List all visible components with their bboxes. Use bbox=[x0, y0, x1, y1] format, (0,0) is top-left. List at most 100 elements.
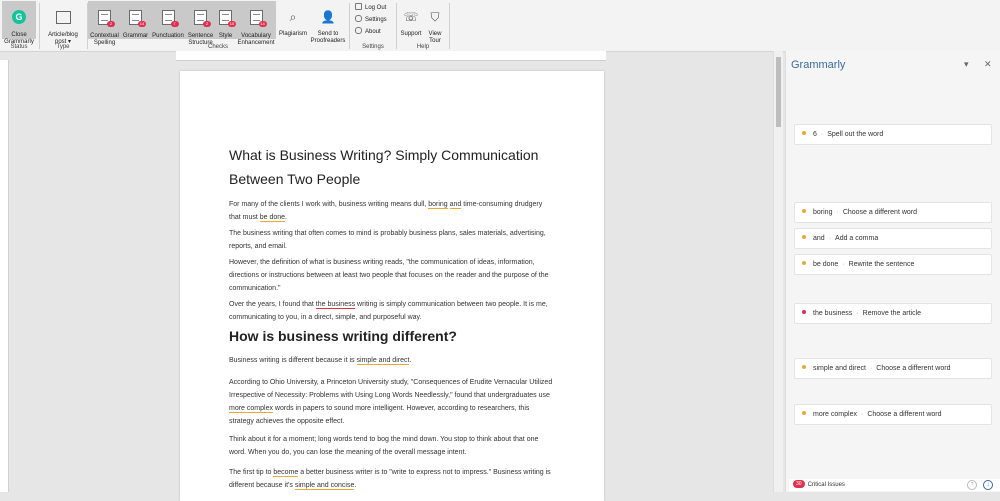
checks-group-label: Checks bbox=[207, 44, 228, 50]
close-grammarly-button[interactable]: G Close Grammarly bbox=[2, 1, 36, 45]
punctuation-label: Punctuation bbox=[152, 33, 184, 39]
punctuation-count: 7 bbox=[170, 21, 179, 27]
suggestion-card[interactable]: simple and direct · Choose a different wor… bbox=[794, 358, 992, 379]
document-scrollbar[interactable] bbox=[773, 51, 783, 492]
panel-title: Grammarly bbox=[791, 59, 846, 71]
send-to-proofreaders-button[interactable]: 👤 Send to Proofreaders bbox=[309, 1, 347, 44]
separator-dot: · bbox=[842, 261, 845, 268]
text-run: . bbox=[354, 482, 357, 489]
paragraph-1: For many of the clients I work with, bus… bbox=[229, 198, 554, 224]
help-group: ☏ Support ⛉ View Tour Help bbox=[398, 0, 448, 51]
grammar-count: 14 bbox=[138, 21, 146, 27]
panel-footer: 30 Critical Issues ? ↓ bbox=[789, 479, 1000, 491]
paragraph-4: Over the years, I found that the busines… bbox=[229, 298, 554, 324]
contextual-spelling-button[interactable]: 2 Contextual Spelling bbox=[88, 1, 121, 46]
settings-group: Log Out Settings About Settings bbox=[351, 0, 395, 51]
panel-menu-icon[interactable]: ▾ bbox=[964, 59, 969, 70]
suggestion-card[interactable]: be done · Rewrite the sentence bbox=[794, 254, 992, 275]
settings-group-label: Settings bbox=[362, 44, 384, 50]
severity-dot bbox=[802, 131, 806, 135]
text-run: . bbox=[409, 357, 412, 364]
ribbon-divider bbox=[396, 3, 397, 49]
text-run: Over the years, I found that bbox=[229, 301, 316, 308]
punctuation-button[interactable]: 7 Punctuation bbox=[150, 1, 186, 39]
about-label: About bbox=[365, 29, 381, 35]
card-suggestion: Add a comma bbox=[835, 235, 879, 242]
section-heading: How is business writing different? bbox=[229, 328, 457, 344]
log-out-label: Log Out bbox=[365, 5, 387, 11]
contextual-spelling-count: 2 bbox=[107, 21, 115, 27]
paragraph-5: Business writing is different because it… bbox=[229, 354, 554, 367]
card-term: boring bbox=[813, 209, 833, 216]
card-suggestion: Choose a different word bbox=[876, 365, 951, 372]
book-icon bbox=[55, 11, 71, 24]
download-icon[interactable]: ↓ bbox=[983, 480, 993, 490]
suggestion-card[interactable]: the business · Remove the article bbox=[794, 303, 992, 324]
card-term: the business bbox=[813, 310, 853, 317]
suggestion-card[interactable]: boring · Choose a different word bbox=[794, 202, 992, 223]
severity-dot bbox=[802, 209, 806, 213]
text-run: . bbox=[285, 214, 287, 221]
separator-dot: · bbox=[860, 411, 864, 418]
document-page[interactable]: What is Business Writing? Simply Communi… bbox=[180, 71, 604, 501]
flagged-word-become[interactable]: become bbox=[273, 469, 299, 477]
about-button[interactable]: About bbox=[355, 27, 381, 36]
log-out-button[interactable]: Log Out bbox=[355, 3, 386, 12]
text-run: For many of the clients I work with, bus… bbox=[229, 201, 429, 208]
text-run: According to Ohio University, a Princeto… bbox=[229, 379, 553, 399]
support-icon: ☏ bbox=[403, 10, 419, 24]
card-suggestion: Choose a different word bbox=[867, 411, 942, 418]
grammarly-panel: Grammarly ▾ ✕ 6 · Spell out the word borin… bbox=[785, 51, 1000, 492]
separator-dot: · bbox=[828, 235, 832, 242]
severity-dot bbox=[802, 365, 806, 369]
card-suggestion: Spell out the word bbox=[827, 131, 884, 138]
support-label: Support bbox=[400, 31, 422, 37]
ribbon-divider bbox=[449, 3, 450, 49]
view-tour-button[interactable]: ⛉ View Tour bbox=[424, 1, 446, 44]
vocabulary-enhancement-count: 14 bbox=[258, 21, 267, 27]
vocabulary-enhancement-button[interactable]: 14 Vocabulary Enhancement bbox=[236, 1, 276, 46]
style-button[interactable]: 10 Style bbox=[215, 1, 236, 39]
close-icon[interactable]: ✕ bbox=[984, 59, 992, 70]
flagged-word-simple-and-concise[interactable]: simple and concise bbox=[294, 482, 355, 490]
text-run: Business writing is different because it… bbox=[229, 357, 357, 364]
critical-issues-count: 30 bbox=[793, 480, 805, 488]
severity-dot bbox=[802, 261, 806, 265]
send-to-proofreaders-label: Send to Proofreaders bbox=[310, 31, 346, 44]
plagiarism-icon: ⌕ bbox=[289, 10, 297, 24]
tour-icon: ⛉ bbox=[430, 10, 440, 24]
help-group-label: Help bbox=[416, 44, 430, 50]
horizontal-ruler[interactable] bbox=[176, 51, 606, 61]
separator-dot: · bbox=[856, 310, 859, 317]
ribbon-divider bbox=[39, 3, 40, 49]
suggestion-card[interactable]: and · Add a comma bbox=[794, 228, 992, 249]
gear-icon bbox=[355, 15, 362, 22]
plagiarism-label: Plagiarism bbox=[278, 31, 307, 37]
grammar-button[interactable]: 14 Grammar bbox=[121, 1, 150, 39]
help-icon[interactable]: ? bbox=[967, 480, 977, 490]
flagged-word-and[interactable]: and bbox=[449, 201, 462, 209]
type-group: Article/blog post ▾ Type bbox=[41, 0, 85, 51]
suggestion-card[interactable]: more complex · Choose a different word bbox=[794, 404, 992, 425]
flagged-word-more-complex[interactable]: more complex bbox=[229, 405, 273, 413]
sentence-structure-button[interactable]: 2 Sentence Structure bbox=[186, 1, 215, 46]
scrollbar-thumb[interactable] bbox=[776, 57, 781, 127]
article-type-dropdown[interactable]: Article/blog post ▾ bbox=[43, 1, 83, 45]
flagged-word-the-business[interactable]: the business bbox=[315, 301, 356, 309]
flagged-word-boring[interactable]: boring bbox=[428, 201, 448, 209]
grammar-icon: 14 bbox=[129, 10, 146, 27]
separator-dot: · bbox=[869, 365, 873, 372]
support-button[interactable]: ☏ Support bbox=[398, 1, 424, 39]
settings-button[interactable]: Settings bbox=[355, 15, 387, 24]
separator-dot: · bbox=[836, 209, 839, 216]
flagged-word-simple-and-direct[interactable]: simple and direct bbox=[356, 357, 410, 365]
plagiarism-button[interactable]: ⌕ Plagiarism bbox=[277, 1, 309, 39]
suggestion-card[interactable]: 6 · Spell out the word bbox=[794, 124, 992, 145]
severity-dot bbox=[802, 235, 806, 239]
vertical-ruler[interactable] bbox=[0, 60, 9, 492]
critical-issues-label[interactable]: Critical Issues bbox=[808, 482, 845, 488]
type-group-label: Type bbox=[56, 44, 70, 50]
card-term: 6 bbox=[813, 131, 817, 138]
flagged-word-be-done[interactable]: be done bbox=[259, 214, 286, 222]
style-label: Style bbox=[218, 33, 233, 39]
